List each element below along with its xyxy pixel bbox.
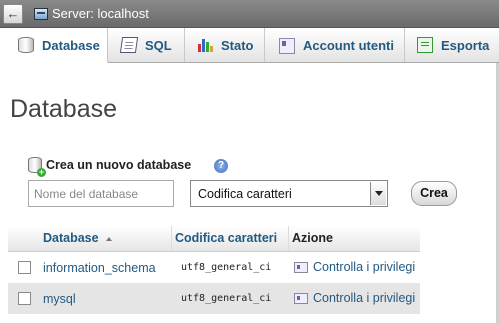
check-privileges-label: Controlla i privilegi bbox=[313, 260, 416, 274]
row-collation: utf8_general_ci bbox=[181, 262, 272, 273]
database-name-link[interactable]: mysql bbox=[43, 292, 76, 306]
collation-select[interactable]: Codifica caratteri bbox=[190, 180, 388, 207]
header-action: Azione bbox=[292, 231, 333, 245]
back-button[interactable]: ← bbox=[3, 4, 23, 24]
check-privileges-label: Controlla i privilegi bbox=[313, 291, 416, 305]
page-title: Database bbox=[10, 95, 118, 123]
check-privileges-link[interactable]: Controlla i privilegi bbox=[294, 260, 415, 274]
tab-sql[interactable]: SQL bbox=[108, 28, 185, 62]
help-icon[interactable]: ? bbox=[214, 159, 228, 173]
tab-account-utenti-label: Account utenti bbox=[303, 37, 394, 53]
database-name-link[interactable]: information_schema bbox=[43, 261, 156, 275]
table-row: information_schema utf8_general_ci Contr… bbox=[8, 252, 420, 283]
tab-esporta[interactable]: Esporta bbox=[405, 28, 499, 62]
tab-database[interactable]: Database bbox=[0, 28, 108, 63]
database-icon bbox=[18, 37, 34, 53]
tab-account-utenti[interactable]: Account utenti bbox=[265, 28, 405, 62]
header-collation[interactable]: Codifica caratteri bbox=[175, 231, 277, 245]
sort-ascending-icon bbox=[105, 236, 112, 241]
row-collation: utf8_general_ci bbox=[181, 293, 272, 304]
header-database-label: Database bbox=[43, 231, 99, 245]
collation-select-value: Codifica caratteri bbox=[198, 186, 292, 201]
row-checkbox[interactable] bbox=[18, 261, 31, 274]
tab-database-label: Database bbox=[42, 37, 100, 53]
server-icon bbox=[34, 8, 48, 20]
create-database-heading: Crea un nuovo database bbox=[28, 157, 192, 177]
database-name-input[interactable] bbox=[28, 180, 174, 207]
export-icon bbox=[417, 37, 433, 53]
privileges-icon bbox=[294, 261, 308, 273]
tab-stato[interactable]: Stato bbox=[185, 28, 265, 62]
create-database-label: Crea un nuovo database bbox=[46, 158, 192, 172]
check-privileges-link[interactable]: Controlla i privilegi bbox=[294, 291, 415, 305]
user-accounts-icon bbox=[279, 38, 295, 54]
create-button[interactable]: Crea bbox=[411, 181, 457, 206]
database-table: Database Codifica caratteri Azione infor… bbox=[8, 226, 420, 314]
column-divider bbox=[171, 226, 172, 251]
chevron-down-icon[interactable] bbox=[370, 182, 386, 205]
server-breadcrumb-bar: ← Server: localhost bbox=[0, 0, 499, 28]
main-tab-bar: Database SQL Stato Account utenti Esport… bbox=[0, 28, 499, 63]
table-row: mysql utf8_general_ci Controlla i privil… bbox=[8, 283, 420, 314]
tab-esporta-label: Esporta bbox=[441, 37, 490, 53]
privileges-icon bbox=[294, 292, 308, 304]
table-header: Database Codifica caratteri Azione bbox=[8, 226, 420, 252]
status-chart-icon bbox=[197, 37, 213, 53]
add-database-icon bbox=[28, 157, 46, 177]
column-divider bbox=[288, 226, 289, 251]
tab-stato-label: Stato bbox=[221, 37, 254, 53]
tab-sql-label: SQL bbox=[145, 37, 172, 53]
row-checkbox[interactable] bbox=[18, 292, 31, 305]
sql-icon bbox=[119, 37, 139, 53]
server-breadcrumb[interactable]: Server: localhost bbox=[52, 6, 149, 21]
header-database[interactable]: Database bbox=[43, 231, 112, 245]
